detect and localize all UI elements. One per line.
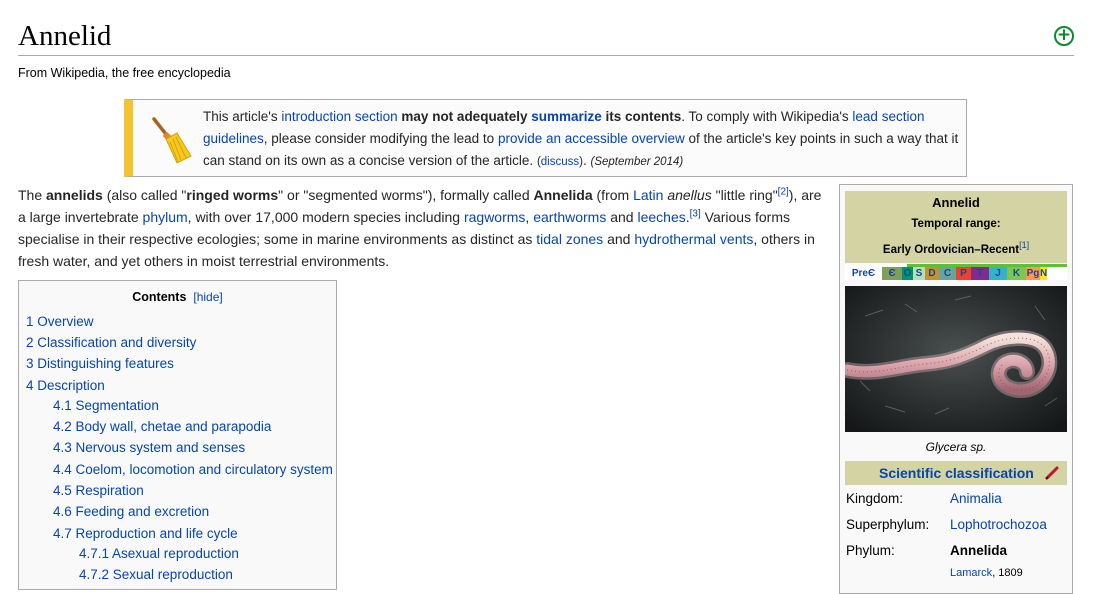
table-of-contents: Contents [hide] 1 Overview 2 Classificat… [18,280,337,590]
kingdom-value-link[interactable]: Animalia [950,491,1002,506]
superphylum-label: Superphylum: [846,517,930,532]
notice-emphasis: its contents [601,109,682,124]
geologic-period-bar: PreЄ Є O S D C P T J K Pg N [845,264,1067,280]
broom-icon [152,117,192,164]
toc-item-distinguishing-features[interactable]: 3 Distinguishing features [26,356,174,371]
taxobox-infobox: Annelid Temporal range: Early Ordovician… [839,184,1073,594]
lead-italic-term: anellus [667,187,712,203]
image-caption: Glycera sp. [925,440,987,454]
lead-text: (from [592,187,634,203]
ragworms-link[interactable]: ragworms [464,209,525,225]
kingdom-label: Kingdom: [846,491,904,506]
toc-item-feeding[interactable]: 4.6 Feeding and excretion [53,504,209,519]
notice-text: . To comply with Wikipedia's [681,109,853,124]
period-cell[interactable]: T [971,267,989,280]
latin-link[interactable]: Latin [633,187,663,203]
temporal-range-label: Temporal range: [911,218,1001,230]
tidal-zones-link[interactable]: tidal zones [536,231,603,247]
notice-date: (September 2014) [590,156,684,168]
taxobox-header: Annelid Temporal range: Early Ordovician… [845,191,1067,263]
discuss-link[interactable]: discuss [541,156,579,168]
summarize-link[interactable]: summarize [531,109,602,124]
notice-text: , please consider modifying the lead to [263,131,498,146]
citation-1-link[interactable]: [1] [1019,240,1029,250]
period-cell[interactable]: S [913,267,925,280]
toc-item-reproduction[interactable]: 4.7 Reproduction and life cycle [53,526,238,541]
phylum-link[interactable]: phylum [143,209,188,225]
period-cell[interactable]: PreЄ [845,267,882,280]
period-cell[interactable]: N [1040,267,1047,280]
lead-text: and [603,231,635,247]
period-cell[interactable]: K [1007,267,1026,280]
cleanup-notice-text: This article's introduction section may … [203,109,959,168]
toc-item-nervous-system[interactable]: 4.3 Nervous system and senses [53,440,245,455]
period-cell[interactable]: D [925,267,939,280]
lead-bold-term: annelids [46,187,103,203]
toc-item-asexual-reproduction[interactable]: 4.7.1 Asexual reproduction [79,546,239,561]
lead-text: (also called " [102,187,187,203]
add-plus-icon[interactable]: + [1054,26,1074,46]
scientific-classification-link[interactable]: Scientific classification [879,465,1034,481]
introduction-section-link[interactable]: introduction section [281,109,397,124]
toc-title: Contents [132,290,187,304]
toc-item-overview[interactable]: 1 Overview [26,314,94,329]
lead-bold-term: ringed worms [186,187,279,203]
lead-bold-term: Annelida [533,187,593,203]
citation-3-link[interactable]: [3] [690,208,701,219]
toc-item-sexual-reproduction[interactable]: 4.7.2 Sexual reproduction [79,567,233,582]
period-cell[interactable]: Є [882,267,902,280]
lamarck-link[interactable]: Lamarck [950,567,992,579]
period-cell[interactable]: P [956,267,971,280]
period-cell[interactable]: Pg [1026,267,1040,280]
leeches-link[interactable]: leeches [637,209,685,225]
superphylum-value-link[interactable]: Lophotrochozoa [950,517,1047,532]
taxon-authority: Lamarck, 1809 [950,567,1023,579]
title-divider [18,55,1074,56]
toc-header: Contents [hide] [132,290,223,304]
toc-item-description[interactable]: 4 Description [26,378,105,393]
notice-text: This article's [203,109,282,124]
toc-item-segmentation[interactable]: 4.1 Segmentation [53,398,159,413]
period-cell[interactable]: O [902,267,913,280]
hydrothermal-vents-link[interactable]: hydrothermal vents [634,231,753,247]
period-cell[interactable]: J [989,267,1007,280]
site-subtitle: From Wikipedia, the free encyclopedia [18,66,231,80]
page-title: Annelid [18,20,112,52]
scientific-classification-header: Scientific classification [845,461,1067,485]
toc-item-body-wall[interactable]: 4.2 Body wall, chetae and parapodia [53,419,271,434]
toc-item-classification[interactable]: 2 Classification and diversity [26,335,196,350]
toc-hide-link[interactable]: hide [197,290,220,304]
lead-text: , with over 17,000 modern species includ… [187,209,464,225]
temporal-range-text: Early Ordovician–Recent [882,243,1020,256]
temporal-range-value: Early Ordovician–Recent[1] [845,240,1067,256]
taxobox-name: Annelid [932,195,980,210]
lead-text: The [18,187,47,203]
authority-year: , 1809 [992,567,1023,579]
lead-text: " or "segmented worms"), formally called [278,187,534,203]
lead-paragraph: The annelids (also called "ringed worms"… [18,184,828,272]
lead-text: "little ring" [711,187,778,203]
phylum-value: Annelida [950,543,1008,558]
worm-photo [845,286,1067,432]
notice-emphasis: may not adequately [397,109,532,124]
accessible-overview-link[interactable]: provide an accessible overview [498,131,685,146]
toc-item-respiration[interactable]: 4.5 Respiration [53,483,144,498]
citation-2-link[interactable]: [2] [778,186,789,197]
phylum-label: Phylum: [846,543,895,558]
lead-text: and [606,209,638,225]
earthworms-link[interactable]: earthworms [533,209,606,225]
edit-pencil-icon[interactable] [1044,465,1060,481]
toc-item-coelom[interactable]: 4.4 Coelom, locomotion and circulatory s… [53,462,333,477]
cleanup-notice: This article's introduction section may … [124,99,967,177]
period-cell[interactable]: C [939,267,956,280]
